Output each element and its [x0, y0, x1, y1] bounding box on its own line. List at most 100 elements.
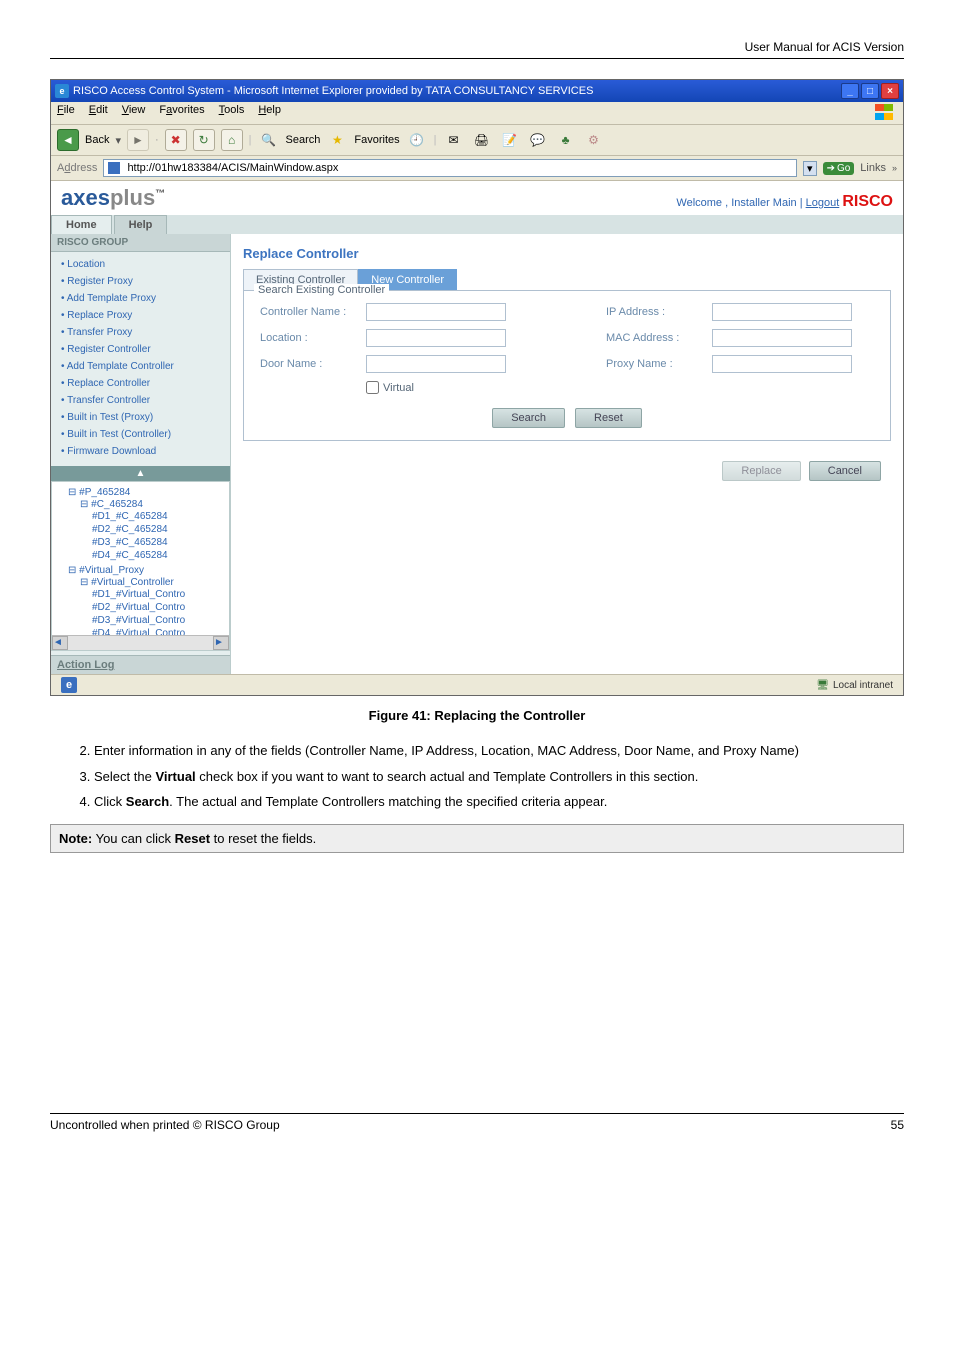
main-tabs: Home Help: [51, 215, 903, 234]
toolbar: ◄ Back ▾ ► · ✖ ↻ ⌂ | 🔍 Search ★ Favorite…: [51, 125, 903, 156]
minimize-button[interactable]: _: [841, 83, 859, 99]
nav-bit-controller[interactable]: Built in Test (Controller): [55, 426, 226, 443]
menu-help[interactable]: Help: [258, 104, 281, 122]
nav-transfer-controller[interactable]: Transfer Controller: [55, 392, 226, 409]
footer-left: Uncontrolled when printed © RISCO Group: [50, 1118, 280, 1132]
risco-logo: RISCO: [842, 193, 893, 210]
label-proxy: Proxy Name :: [606, 358, 706, 370]
search-button[interactable]: Search: [492, 408, 565, 428]
nav-add-template-proxy[interactable]: Add Template Proxy: [55, 290, 226, 307]
nav-replace-controller[interactable]: Replace Controller: [55, 375, 226, 392]
mail-icon[interactable]: ✉: [443, 129, 465, 151]
close-button[interactable]: ×: [881, 83, 899, 99]
nav-register-proxy[interactable]: Register Proxy: [55, 273, 226, 290]
nav-add-template-controller[interactable]: Add Template Controller: [55, 358, 226, 375]
instructions: Enter information in any of the fields (…: [50, 741, 904, 812]
back-button[interactable]: ◄: [57, 129, 79, 151]
nav-location[interactable]: Location: [55, 256, 226, 273]
input-location[interactable]: [366, 329, 506, 347]
menu-file[interactable]: File: [57, 104, 75, 122]
ie-icon: e: [55, 84, 69, 98]
ie-status-icon: e: [61, 677, 77, 693]
nav-replace-proxy[interactable]: Replace Proxy: [55, 307, 226, 324]
menu-tools[interactable]: Tools: [219, 104, 245, 122]
history-icon[interactable]: 🕘: [406, 129, 428, 151]
label-door: Door Name :: [260, 358, 360, 370]
tree-view[interactable]: ⊟ #P_465284 ⊟ #C_465284 #D1_#C_465284 #D…: [51, 481, 230, 651]
scroll-left-icon[interactable]: ◄: [52, 636, 68, 650]
menu-view[interactable]: View: [122, 104, 146, 122]
favorites-label[interactable]: Favorites: [354, 134, 399, 146]
home-button[interactable]: ⌂: [221, 129, 243, 151]
menu-favorites[interactable]: Favorites: [159, 104, 204, 122]
go-button[interactable]: ➔ Go: [823, 162, 855, 175]
forward-button[interactable]: ►: [127, 129, 149, 151]
links-label[interactable]: Links: [860, 162, 886, 174]
header-divider: [50, 58, 904, 59]
input-mac[interactable]: [712, 329, 852, 347]
sidebar-heading: RISCO GROUP: [51, 234, 230, 252]
input-ip[interactable]: [712, 303, 852, 321]
input-controller[interactable]: [366, 303, 506, 321]
maximize-button[interactable]: □: [861, 83, 879, 99]
nav-register-controller[interactable]: Register Controller: [55, 341, 226, 358]
back-label: Back: [85, 134, 109, 146]
figure-caption: Figure 41: Replacing the Controller: [50, 708, 904, 723]
action-log-link[interactable]: Action Log: [51, 655, 230, 674]
welcome-text: Welcome , Installer Main | Logout RISCO: [676, 193, 893, 211]
doc-header: User Manual for ACIS Version: [50, 40, 904, 58]
input-door[interactable]: [366, 355, 506, 373]
reset-button[interactable]: Reset: [575, 408, 642, 428]
label-controller: Controller Name :: [260, 306, 360, 318]
tree-collapse-icon[interactable]: ▲: [51, 466, 230, 481]
windows-logo-icon: [875, 104, 897, 122]
step-4: Click Search. The actual and Template Co…: [94, 792, 904, 812]
input-proxy[interactable]: [712, 355, 852, 373]
app-logo: axesplus™: [61, 185, 165, 211]
back-chevron-icon[interactable]: ▾: [115, 134, 121, 147]
tree-scrollbar[interactable]: ◄ ►: [52, 635, 229, 650]
status-text: Local intranet: [833, 680, 893, 691]
favorites-icon[interactable]: ★: [326, 129, 348, 151]
titlebar: e RISCO Access Control System - Microsof…: [51, 80, 903, 102]
nav-transfer-proxy[interactable]: Transfer Proxy: [55, 324, 226, 341]
page-icon: [108, 162, 120, 174]
logout-link[interactable]: Logout: [806, 197, 840, 209]
address-label: Address: [57, 162, 97, 174]
search-label[interactable]: Search: [286, 134, 321, 146]
nav-firmware-download[interactable]: Firmware Download: [55, 443, 226, 460]
label-location: Location :: [260, 332, 360, 344]
stop-button[interactable]: ✖: [165, 129, 187, 151]
tab-home[interactable]: Home: [51, 215, 112, 234]
footer-right: 55: [891, 1118, 904, 1132]
cancel-button[interactable]: Cancel: [809, 461, 881, 481]
window-title: RISCO Access Control System - Microsoft …: [73, 85, 593, 97]
virtual-checkbox[interactable]: [366, 381, 379, 394]
virtual-checkbox-row: Virtual: [366, 381, 874, 394]
url-dropdown-icon[interactable]: ▾: [803, 161, 817, 176]
tab-help[interactable]: Help: [114, 215, 168, 234]
nav-bit-proxy[interactable]: Built in Test (Proxy): [55, 409, 226, 426]
scroll-right-icon[interactable]: ►: [213, 636, 229, 650]
app-header: axesplus™ Welcome , Installer Main | Log…: [51, 181, 903, 215]
print-icon[interactable]: 🖨: [471, 129, 493, 151]
replace-button[interactable]: Replace: [722, 461, 800, 481]
step-2: Enter information in any of the fields (…: [94, 741, 904, 761]
refresh-button[interactable]: ↻: [193, 129, 215, 151]
search-icon[interactable]: 🔍: [258, 129, 280, 151]
edit-icon[interactable]: 📝: [499, 129, 521, 151]
panel-title: Replace Controller: [243, 246, 891, 261]
extra-icon-1[interactable]: ♣: [555, 129, 577, 151]
menu-edit[interactable]: Edit: [89, 104, 108, 122]
main-panel: Replace Controller Existing Controller N…: [231, 234, 903, 674]
menubar: File Edit View Favorites Tools Help: [51, 102, 903, 125]
search-fieldset: Search Existing Controller Controller Na…: [243, 290, 891, 441]
label-ip: IP Address :: [606, 306, 706, 318]
url-input[interactable]: http://01hw183384/ACIS/MainWindow.aspx: [103, 159, 797, 177]
page-footer: Uncontrolled when printed © RISCO Group …: [50, 1113, 904, 1132]
addressbar: Address http://01hw183384/ACIS/MainWindo…: [51, 156, 903, 181]
extra-icon-2[interactable]: ⚙: [583, 129, 605, 151]
label-mac: MAC Address :: [606, 332, 706, 344]
links-chevron-icon[interactable]: »: [892, 163, 897, 173]
discuss-icon[interactable]: 💬: [527, 129, 549, 151]
